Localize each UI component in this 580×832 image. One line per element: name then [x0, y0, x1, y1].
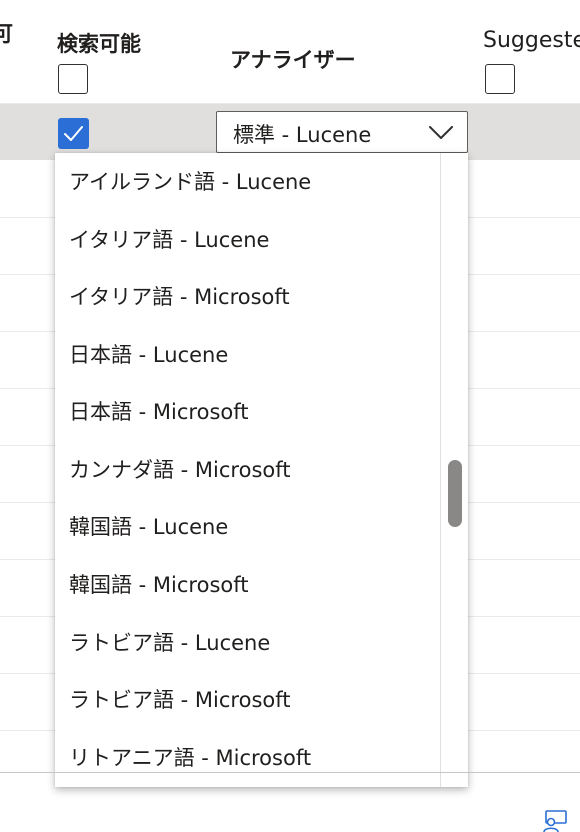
field-grid: 可 検索可能 アナライザー Suggester 標準 - Lucene アイルラ… — [0, 0, 580, 832]
analyzer-dropdown[interactable]: 標準 - Lucene — [216, 111, 468, 153]
table-bottom-divider — [0, 772, 580, 773]
analyzer-option[interactable]: ラトビア語 - Microsoft — [69, 685, 291, 715]
select-all-suggester-checkbox[interactable] — [485, 64, 515, 94]
analyzer-selected-value: 標準 - Lucene — [233, 123, 372, 147]
analyzer-option[interactable]: イタリア語 - Lucene — [69, 225, 269, 255]
dropdown-scrollbar[interactable] — [440, 153, 468, 787]
select-all-searchable-checkbox[interactable] — [58, 64, 88, 94]
column-header-analyzer: アナライザー — [230, 48, 356, 72]
column-header-suggester: Suggester — [483, 28, 580, 53]
chevron-down-icon — [429, 126, 453, 139]
checkmark-icon — [64, 126, 83, 141]
analyzer-option[interactable]: カンナダ語 - Microsoft — [69, 455, 291, 485]
analyzer-option[interactable]: 日本語 - Microsoft — [69, 397, 249, 427]
column-header-previous: 可 — [0, 22, 13, 46]
searchable-checkbox[interactable] — [58, 118, 89, 149]
analyzer-option[interactable]: イタリア語 - Microsoft — [69, 282, 290, 312]
analyzer-options-listbox[interactable]: アイルランド語 - Lucene イタリア語 - Lucene イタリア語 - … — [55, 153, 468, 787]
feedback-person-icon[interactable] — [542, 810, 568, 832]
analyzer-option[interactable]: リトアニア語 - Microsoft — [69, 743, 311, 773]
analyzer-option[interactable]: アイルランド語 - Lucene — [69, 167, 311, 197]
analyzer-option[interactable]: 韓国語 - Lucene — [69, 512, 228, 542]
column-header-searchable: 検索可能 — [57, 32, 141, 56]
scrollbar-thumb[interactable] — [448, 460, 462, 527]
analyzer-option[interactable]: 日本語 - Lucene — [69, 340, 228, 370]
analyzer-option[interactable]: 韓国語 - Microsoft — [69, 570, 249, 600]
analyzer-option[interactable]: ラトビア語 - Lucene — [69, 628, 270, 658]
